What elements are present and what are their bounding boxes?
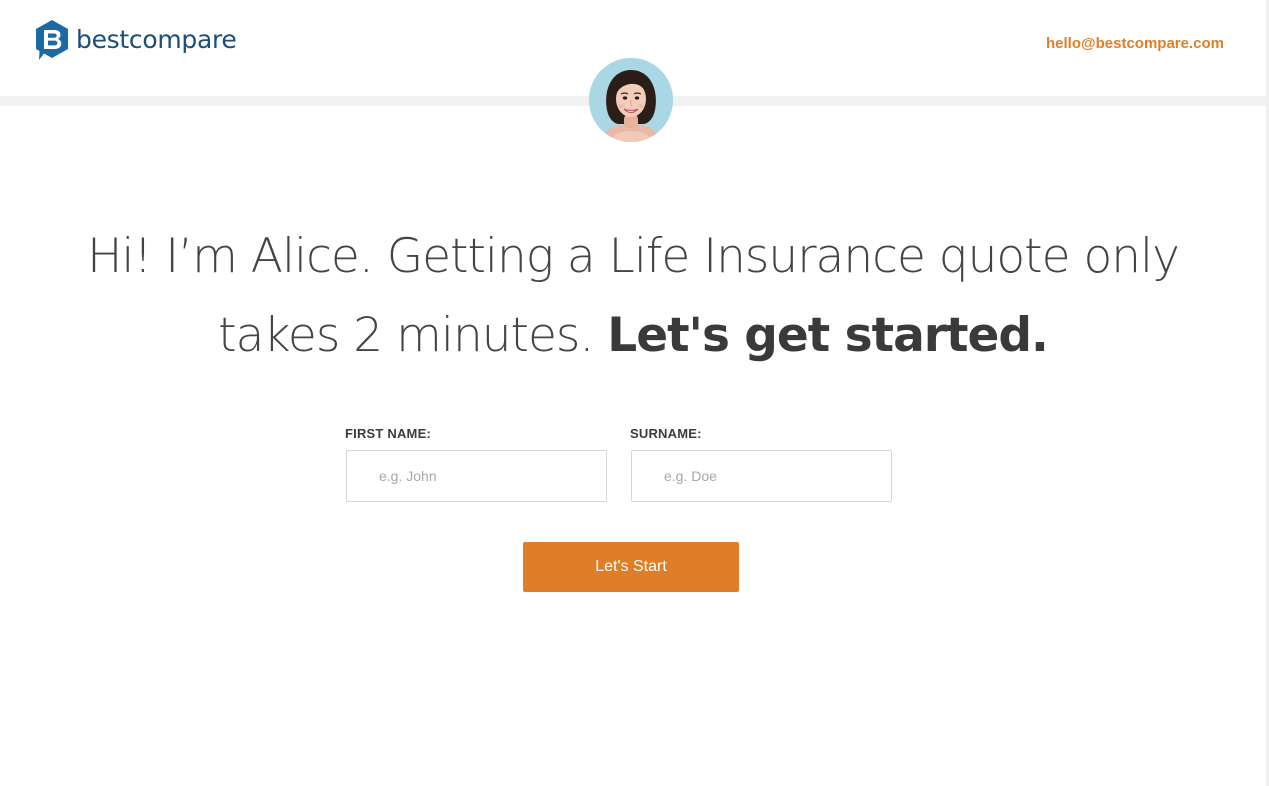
page: bestcompare hello@bestcompare.com Hi! I’… bbox=[0, 0, 1269, 786]
surname-field: SURNAME: bbox=[630, 426, 892, 502]
lets-start-button[interactable]: Let's Start bbox=[523, 542, 739, 592]
contact-email-link[interactable]: hello@bestcompare.com bbox=[1046, 35, 1224, 52]
bestcompare-logo-icon bbox=[36, 20, 68, 60]
page-headline: Hi! I’m Alice. Getting a Life Insurance … bbox=[20, 217, 1246, 375]
headline-emphasis: Let's get started. bbox=[607, 308, 1049, 364]
logo[interactable]: bestcompare bbox=[34, 19, 237, 61]
first-name-field: FIRST NAME: bbox=[345, 426, 607, 502]
surname-label: SURNAME: bbox=[630, 426, 702, 441]
first-name-label: FIRST NAME: bbox=[345, 426, 431, 441]
first-name-input[interactable] bbox=[346, 450, 607, 502]
woman-portrait-avatar-icon bbox=[589, 58, 673, 142]
logo-text: bestcompare bbox=[76, 24, 237, 54]
surname-input[interactable] bbox=[631, 450, 892, 502]
avatar bbox=[589, 58, 673, 142]
